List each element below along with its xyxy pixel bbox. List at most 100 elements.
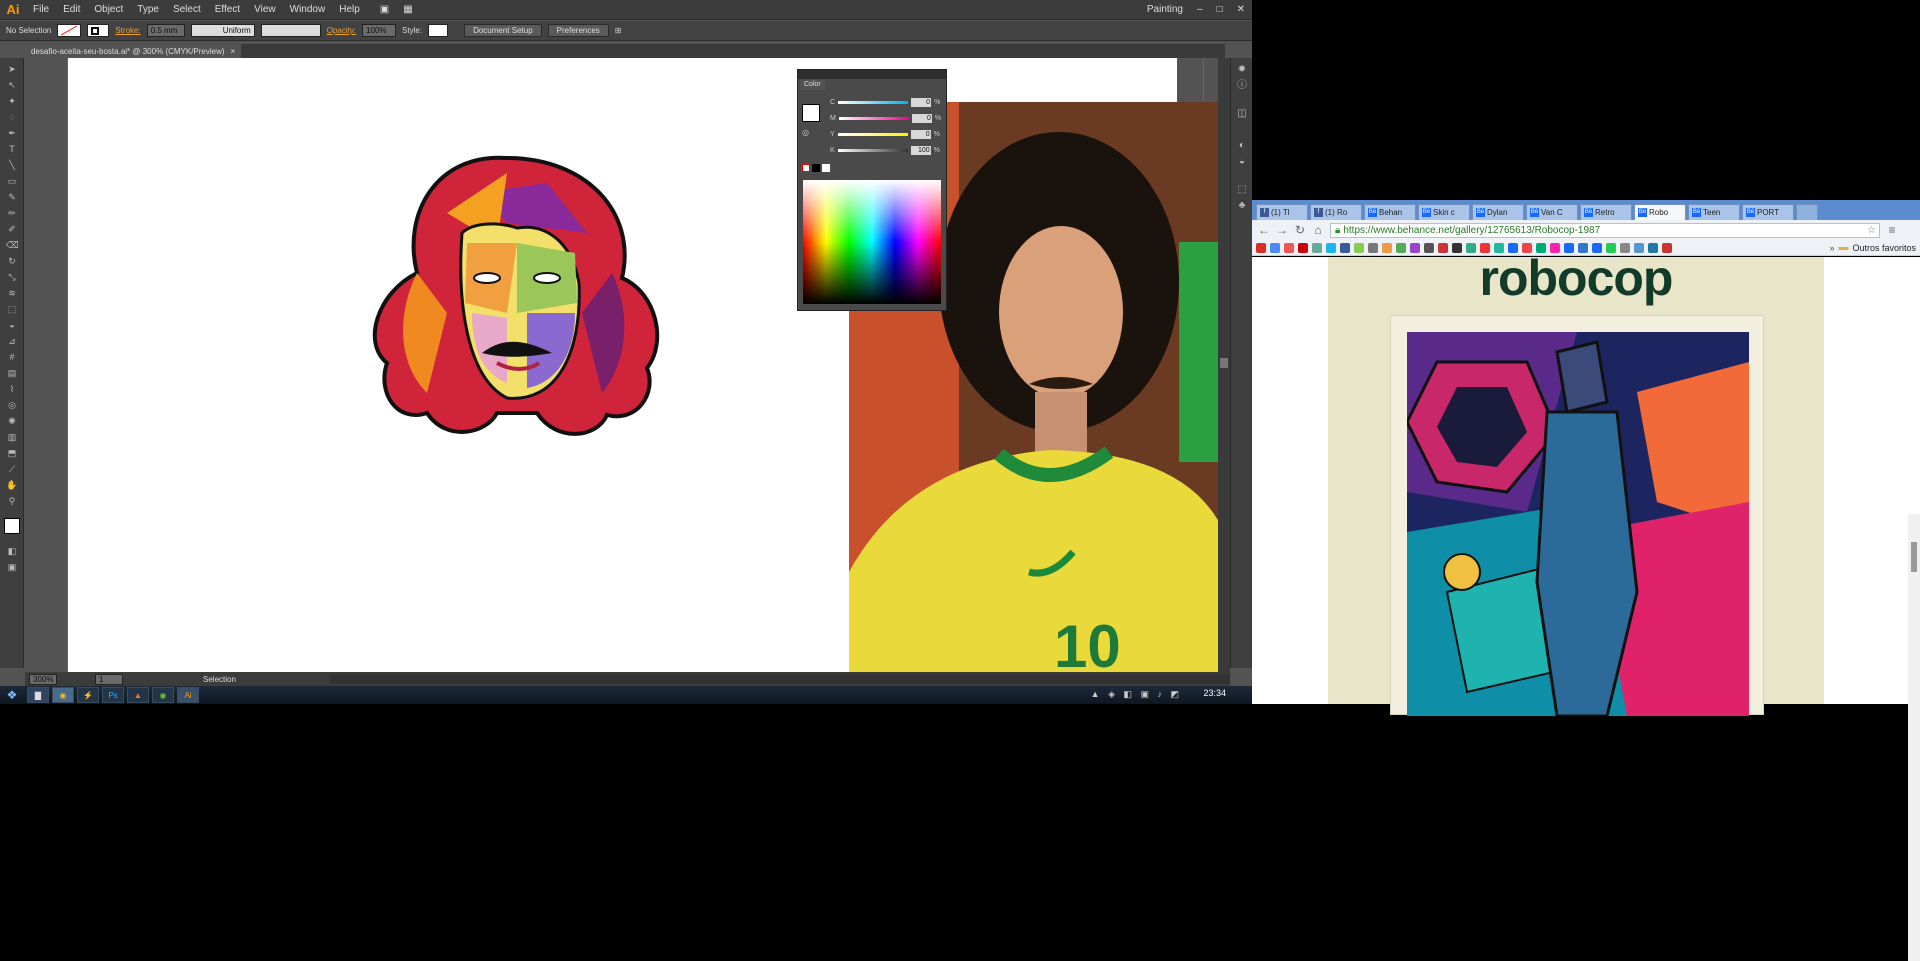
black-swatch[interactable] [812, 164, 820, 172]
opacity-field[interactable]: 100% [362, 24, 397, 37]
blob-brush-tool-icon[interactable]: ✐ [6, 224, 18, 235]
gradient-tool-icon[interactable]: ▤ [6, 368, 18, 379]
stroke-label[interactable]: Stroke: [115, 26, 140, 35]
browser-tab[interactable]: Bē Van C [1526, 204, 1578, 220]
taskbar-winamp[interactable]: ⚡ [77, 687, 99, 703]
taskbar-photoshop[interactable]: Ps [102, 687, 124, 703]
perspective-grid-tool-icon[interactable]: ⊿ [6, 336, 18, 347]
artboard[interactable]: 10 [67, 58, 1218, 672]
minimize-button[interactable]: – [1190, 0, 1210, 20]
illustration-portrait[interactable] [357, 153, 667, 453]
menu-select[interactable]: Select [166, 0, 208, 20]
free-transform-tool-icon[interactable]: ⬚ [6, 304, 18, 315]
layers-icon[interactable]: ◫ [1236, 108, 1248, 120]
channel-k-slider[interactable] [837, 148, 908, 152]
info-icon[interactable]: ⓘ [1236, 80, 1248, 92]
stroke-swatch[interactable] [87, 24, 110, 37]
robocop-artwork[interactable] [1407, 332, 1749, 716]
start-button-icon[interactable]: ❖ [0, 686, 24, 704]
artboard-tool-icon[interactable]: ⬒ [6, 448, 18, 459]
channel-m[interactable]: M 0 % [830, 112, 945, 124]
rotate-tool-icon[interactable]: ↻ [6, 256, 18, 267]
direct-selection-tool-icon[interactable]: ↖ [6, 80, 18, 91]
maximize-button[interactable]: □ [1210, 0, 1230, 20]
bookmark-icon[interactable] [1284, 242, 1294, 253]
browser-tab-active[interactable]: Bē Robo [1634, 204, 1686, 220]
taskbar-utorrent[interactable]: ◉ [152, 687, 174, 703]
transparency-icon[interactable]: ◐ [1236, 140, 1248, 152]
clock[interactable]: 23:34 [1203, 688, 1226, 698]
color-panel[interactable]: Color ◎ C 0 % M 0 % Y 0 % K 100 % [797, 69, 947, 311]
arrange-icon[interactable]: ⊞ [615, 26, 622, 35]
hand-tool-icon[interactable]: ✋ [6, 480, 18, 491]
artboards-icon[interactable]: ⬚ [1236, 184, 1248, 196]
bridge-icon[interactable]: ▣ [373, 0, 396, 20]
selection-tool-icon[interactable]: ➤ [6, 64, 18, 75]
document-setup-button[interactable]: Document Setup [464, 24, 542, 37]
stroke-profile-dropdown[interactable]: Uniform [190, 24, 255, 37]
back-arrow-icon[interactable]: ← [1258, 223, 1270, 237]
channel-k[interactable]: K 100 % [830, 144, 945, 156]
page-scrollbar[interactable] [1908, 514, 1920, 961]
browser-tab[interactable]: Bē Skin c [1418, 204, 1470, 220]
menu-view[interactable]: View [247, 0, 283, 20]
taskbar-chrome[interactable]: ◉ [52, 687, 74, 703]
artboard-navigator[interactable]: 1 [95, 673, 123, 685]
browser-tab[interactable]: f (1) Tl [1256, 204, 1308, 220]
appearance-icon[interactable]: ◒ [1236, 156, 1248, 168]
youtube-bookmark-icon[interactable] [1298, 242, 1308, 253]
symbol-sprayer-tool-icon[interactable]: ✺ [6, 416, 18, 427]
scroll-thumb[interactable] [1220, 358, 1228, 368]
menu-file[interactable]: File [26, 0, 56, 20]
vertical-scrollbar[interactable] [1218, 58, 1230, 672]
slice-tool-icon[interactable]: ⟋ [6, 464, 18, 475]
system-tray-icons[interactable]: ▲ ◈ ◧ ▣ ♪ ◩ [1091, 689, 1182, 700]
reload-icon[interactable]: ↻ [1294, 223, 1306, 237]
menu-object[interactable]: Object [87, 0, 130, 20]
arrange-documents-icon[interactable]: ▦ [396, 0, 419, 20]
drive-bookmark-icon[interactable] [1270, 242, 1280, 253]
channel-m-slider[interactable] [838, 116, 909, 120]
blend-tool-icon[interactable]: ◎ [6, 400, 18, 411]
brush-definition-dropdown[interactable] [260, 24, 321, 37]
screen-mode-icon[interactable]: ▣ [6, 562, 18, 573]
pencil-tool-icon[interactable]: ✏ [6, 208, 18, 219]
zoom-tool-icon[interactable]: ⚲ [6, 496, 18, 507]
address-bar[interactable]: 🔒︎ https://www.behance.net/gallery/12765… [1330, 222, 1880, 238]
bookmark-star-icon[interactable]: ☆ [1867, 225, 1879, 236]
type-tool-icon[interactable]: T [6, 144, 18, 155]
channel-y-slider[interactable] [837, 132, 908, 136]
bookmark-icon[interactable] [1312, 242, 1322, 253]
symbols-icon[interactable]: ♣ [1236, 200, 1248, 212]
mesh-tool-icon[interactable]: # [6, 352, 18, 363]
close-tab-icon[interactable]: × [231, 47, 236, 56]
horizontal-scrollbar[interactable] [330, 674, 1230, 684]
eraser-tool-icon[interactable]: ⌫ [6, 240, 19, 251]
gmail-bookmark-icon[interactable] [1256, 242, 1266, 253]
channel-k-value[interactable]: 100 [910, 145, 931, 155]
fill-stroke-proxy[interactable] [802, 104, 820, 122]
canvas-area[interactable]: 10 [25, 58, 1218, 672]
new-tab-button[interactable] [1796, 204, 1818, 220]
channel-y[interactable]: Y 0 % [830, 128, 945, 140]
workspace-switcher[interactable]: Painting [1140, 0, 1190, 20]
drawing-mode-icon[interactable]: ◧ [6, 546, 18, 557]
scale-tool-icon[interactable]: ⤡ [6, 272, 18, 283]
page-content[interactable]: robocop [1252, 250, 1920, 961]
browser-tab[interactable]: Bē PORT [1742, 204, 1794, 220]
color-guide-icon[interactable]: ✸ [1236, 64, 1248, 76]
channel-m-value[interactable]: 0 [911, 113, 932, 123]
zoom-field[interactable]: 300% [29, 673, 57, 685]
bookmarks-overflow-icon[interactable]: » [1829, 243, 1834, 253]
browser-tab[interactable]: Bē Behan [1364, 204, 1416, 220]
white-swatch[interactable] [822, 164, 830, 172]
chrome-menu-icon[interactable]: ≡ [1886, 223, 1898, 237]
color-panel-header[interactable] [798, 70, 946, 79]
shape-builder-tool-icon[interactable]: ◒ [6, 320, 18, 331]
menu-window[interactable]: Window [283, 0, 333, 20]
forward-arrow-icon[interactable]: → [1276, 223, 1288, 237]
browser-tab[interactable]: Bē Dylan [1472, 204, 1524, 220]
fill-swatch[interactable] [57, 24, 82, 37]
page-scroll-thumb[interactable] [1911, 542, 1917, 572]
menu-type[interactable]: Type [130, 0, 166, 20]
